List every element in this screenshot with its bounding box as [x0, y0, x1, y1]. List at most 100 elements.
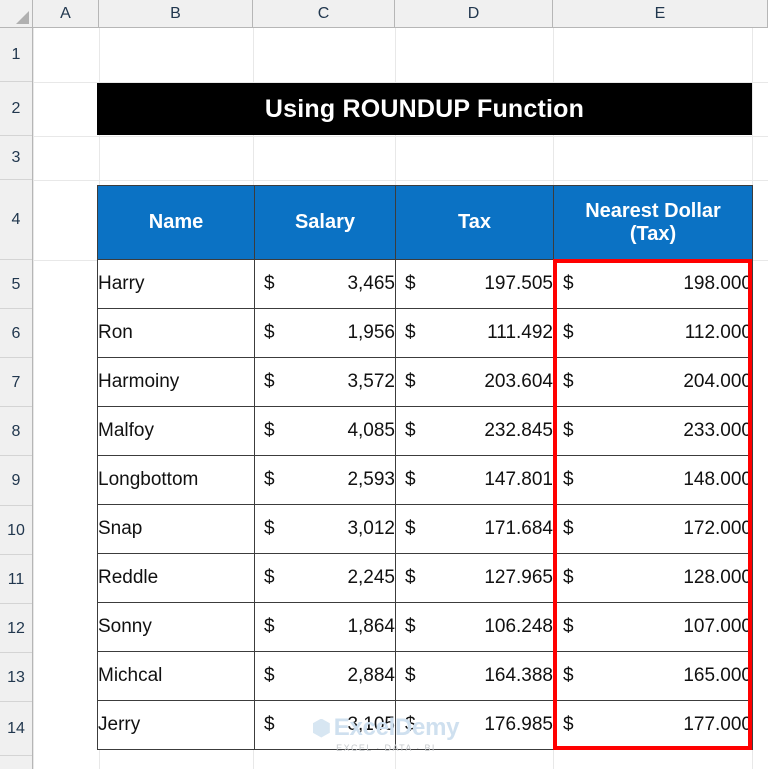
currency-symbol: $: [563, 616, 574, 637]
cell-rounded[interactable]: $172.000: [553, 504, 753, 554]
column-header-b[interactable]: B: [99, 0, 253, 27]
gridline: [33, 136, 768, 137]
row-header-7[interactable]: 7: [0, 358, 32, 407]
cell-salary[interactable]: $2,245: [254, 553, 396, 603]
cell-tax[interactable]: $232.845: [395, 406, 554, 456]
gridline: [33, 28, 34, 769]
cell-rounded[interactable]: $198.000: [553, 259, 753, 309]
cell-value: 148.000: [683, 469, 752, 490]
row-header-4[interactable]: 4: [0, 180, 32, 260]
cell-rounded[interactable]: $148.000: [553, 455, 753, 505]
cell-salary[interactable]: $3,012: [254, 504, 396, 554]
currency-symbol: $: [264, 273, 275, 294]
currency-symbol: $: [264, 616, 275, 637]
cell-tax[interactable]: $171.684: [395, 504, 554, 554]
row-header-5[interactable]: 5: [0, 260, 32, 309]
row-header-8[interactable]: 8: [0, 407, 32, 456]
cell-name[interactable]: Jerry: [97, 700, 255, 750]
cell-value: 1,956: [347, 322, 395, 343]
cell-salary[interactable]: $3,465: [254, 259, 396, 309]
column-header-salary[interactable]: Salary: [254, 185, 396, 260]
cell-tax[interactable]: $164.388: [395, 651, 554, 701]
column-header-d[interactable]: D: [395, 0, 553, 27]
cell-name[interactable]: Reddle: [97, 553, 255, 603]
cell-value: 164.388: [484, 665, 553, 686]
column-header-tax[interactable]: Tax: [395, 185, 554, 260]
currency-symbol: $: [405, 371, 416, 392]
cell-value: 233.000: [683, 420, 752, 441]
row-header-9[interactable]: 9: [0, 456, 32, 506]
cell-tax[interactable]: $147.801: [395, 455, 554, 505]
cell-tax[interactable]: $203.604: [395, 357, 554, 407]
cell-rounded[interactable]: $177.000: [553, 700, 753, 750]
cell-rounded[interactable]: $204.000: [553, 357, 753, 407]
cell-rounded[interactable]: $165.000: [553, 651, 753, 701]
table-row: Malfoy $4,085 $232.845 $233.000: [97, 406, 753, 456]
currency-symbol: $: [563, 322, 574, 343]
cell-tax[interactable]: $106.248: [395, 602, 554, 652]
cell-value: 3,465: [347, 273, 395, 294]
cell-salary[interactable]: $1,864: [254, 602, 396, 652]
cell-name[interactable]: Harmoiny: [97, 357, 255, 407]
column-header-line2: (Tax): [629, 222, 677, 245]
table-row: Longbottom $2,593 $147.801 $148.000: [97, 455, 753, 505]
cell-tax[interactable]: $176.985: [395, 700, 554, 750]
row-header-1[interactable]: 1: [0, 28, 32, 82]
cell-name[interactable]: Harry: [97, 259, 255, 309]
row-header-11[interactable]: 11: [0, 555, 32, 604]
cell-tax[interactable]: $111.492: [395, 308, 554, 358]
cell-value: 198.000: [683, 273, 752, 294]
row-header-2[interactable]: 2: [0, 82, 32, 136]
cell-value: 204.000: [683, 371, 752, 392]
select-all-triangle-icon: [16, 11, 29, 24]
currency-symbol: $: [264, 665, 275, 686]
cell-salary[interactable]: $2,884: [254, 651, 396, 701]
cell-rounded[interactable]: $128.000: [553, 553, 753, 603]
cell-value: 2,593: [347, 469, 395, 490]
cell-name[interactable]: Ron: [97, 308, 255, 358]
cell-name[interactable]: Michcal: [97, 651, 255, 701]
cell-name[interactable]: Snap: [97, 504, 255, 554]
cell-salary[interactable]: $3,105: [254, 700, 396, 750]
cell-salary[interactable]: $1,956: [254, 308, 396, 358]
currency-symbol: $: [563, 714, 574, 735]
row-header-12[interactable]: 12: [0, 604, 32, 653]
row-header-6[interactable]: 6: [0, 309, 32, 358]
cell-rounded[interactable]: $112.000: [553, 308, 753, 358]
row-header-10[interactable]: 10: [0, 506, 32, 555]
table-row: Ron $1,956 $111.492 $112.000: [97, 308, 753, 358]
cell-salary[interactable]: $2,593: [254, 455, 396, 505]
cell-value: 176.985: [484, 714, 553, 735]
cell-value: 165.000: [683, 665, 752, 686]
cell-name[interactable]: Sonny: [97, 602, 255, 652]
cell-value: 106.248: [484, 616, 553, 637]
cell-tax[interactable]: $127.965: [395, 553, 554, 603]
cell-salary[interactable]: $4,085: [254, 406, 396, 456]
currency-symbol: $: [264, 469, 275, 490]
cell-value: 3,105: [347, 714, 395, 735]
select-all-button[interactable]: [0, 0, 33, 27]
column-header-name[interactable]: Name: [97, 185, 255, 260]
cell-value: 172.000: [683, 518, 752, 539]
currency-symbol: $: [264, 567, 275, 588]
cell-name[interactable]: Malfoy: [97, 406, 255, 456]
row-header-13[interactable]: 13: [0, 653, 32, 702]
currency-symbol: $: [563, 567, 574, 588]
row-header-3[interactable]: 3: [0, 136, 32, 180]
currency-symbol: $: [563, 371, 574, 392]
cell-salary[interactable]: $3,572: [254, 357, 396, 407]
currency-symbol: $: [264, 714, 275, 735]
cell-tax[interactable]: $197.505: [395, 259, 554, 309]
currency-symbol: $: [563, 469, 574, 490]
cell-rounded[interactable]: $107.000: [553, 602, 753, 652]
column-header-line1: Nearest Dollar: [585, 199, 721, 222]
column-header-nearest-dollar-tax[interactable]: Nearest Dollar (Tax): [553, 185, 753, 260]
column-header-e[interactable]: E: [553, 0, 768, 27]
row-header-14[interactable]: 14: [0, 702, 32, 756]
column-header-c[interactable]: C: [253, 0, 395, 27]
cell-value: 232.845: [484, 420, 553, 441]
cell-rounded[interactable]: $233.000: [553, 406, 753, 456]
column-header-a[interactable]: A: [33, 0, 99, 27]
cell-name[interactable]: Longbottom: [97, 455, 255, 505]
cell-value: 177.000: [683, 714, 752, 735]
